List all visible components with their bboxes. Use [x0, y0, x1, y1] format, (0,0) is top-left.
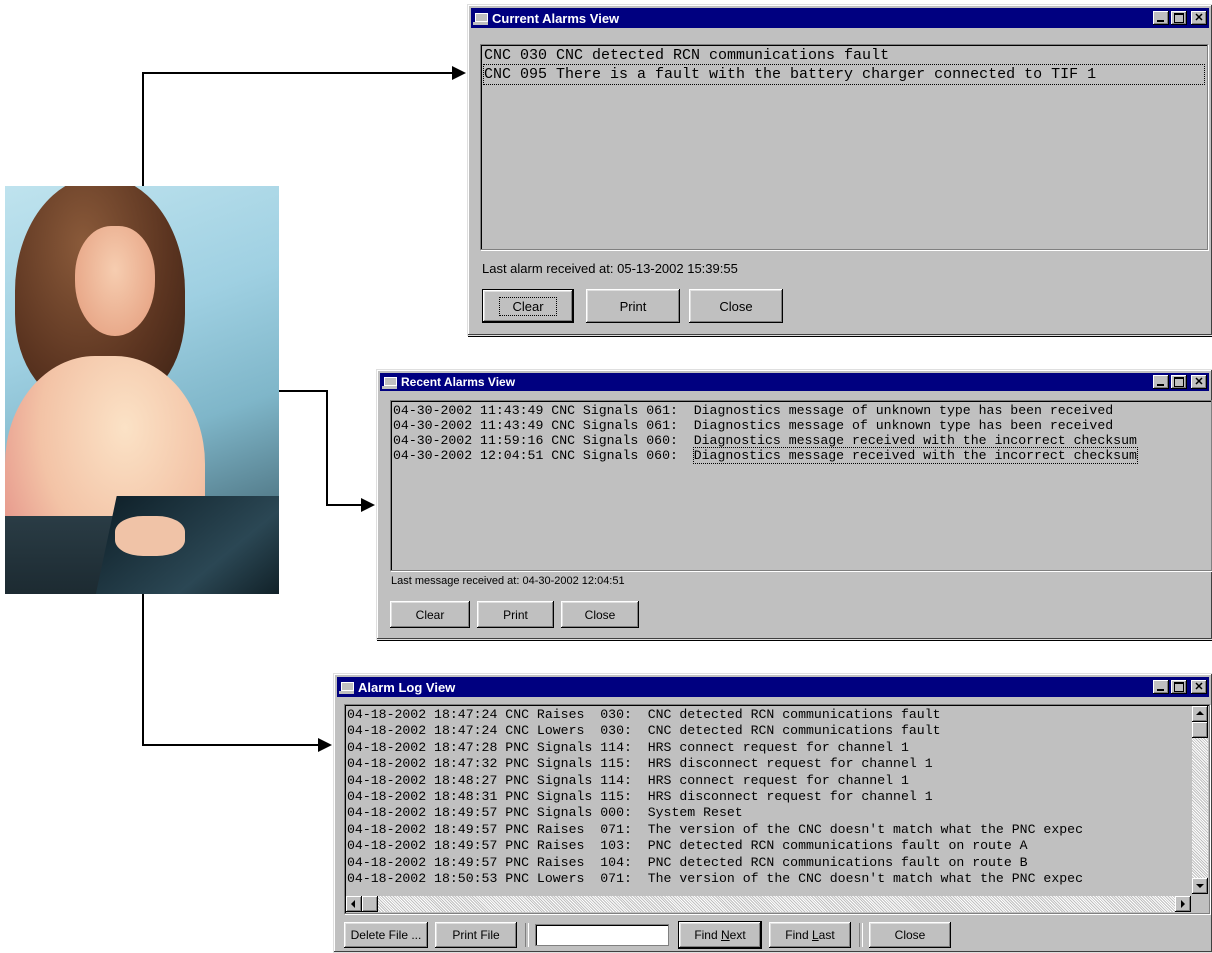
scroll-left-icon[interactable] — [346, 896, 362, 912]
list-item[interactable]: 04-30-2002 11:43:49 CNC Signals 061: Dia… — [393, 403, 1209, 418]
scroll-down-icon[interactable] — [1192, 878, 1208, 894]
window-title: Recent Alarms View — [401, 375, 516, 389]
print-file-button[interactable]: Print File — [435, 922, 517, 948]
minimize-icon[interactable] — [1153, 680, 1169, 694]
list-item[interactable]: 04-18-2002 18:47:32 PNC Signals 115: HRS… — [347, 756, 1189, 772]
selected-message: Diagnostics message received with the in… — [692, 447, 1138, 464]
recent-alarms-titlebar[interactable]: Recent Alarms View ✕ — [380, 373, 1209, 391]
find-input[interactable] — [535, 924, 669, 946]
toolbar-separator — [525, 923, 529, 947]
clear-button[interactable]: Clear — [390, 601, 470, 628]
toolbar-separator — [859, 923, 863, 947]
close-button[interactable]: Close — [689, 289, 783, 323]
close-button[interactable]: Close — [561, 601, 639, 628]
woman-with-laptop-photo — [5, 186, 279, 594]
computer-icon — [473, 10, 489, 26]
minimize-icon[interactable] — [1153, 11, 1169, 25]
list-item[interactable]: 04-30-2002 12:04:51 CNC Signals 060: Dia… — [393, 447, 1209, 464]
list-item[interactable]: 04-18-2002 18:49:57 PNC Raises 104: PNC … — [347, 855, 1189, 871]
list-item[interactable]: 04-18-2002 18:47:28 PNC Signals 114: HRS… — [347, 740, 1189, 756]
list-item[interactable]: 04-18-2002 18:47:24 CNC Lowers 030: CNC … — [347, 723, 1189, 739]
current-alarms-titlebar[interactable]: Current Alarms View ✕ — [471, 8, 1209, 28]
computer-icon — [382, 374, 398, 390]
close-icon[interactable]: ✕ — [1191, 375, 1207, 389]
recent-alarms-list[interactable]: 04-30-2002 11:43:49 CNC Signals 061: Dia… — [390, 400, 1212, 571]
recent-alarms-window: Recent Alarms View ✕ 04-30-2002 11:43:49… — [376, 369, 1212, 640]
clear-button[interactable]: Clear — [482, 289, 574, 323]
find-last-button[interactable]: Find Last — [769, 922, 851, 948]
list-item[interactable]: 04-30-2002 11:43:49 CNC Signals 061: Dia… — [393, 418, 1209, 433]
close-icon[interactable]: ✕ — [1191, 11, 1207, 25]
last-alarm-status: Last alarm received at: 05-13-2002 15:39… — [482, 261, 738, 276]
print-button[interactable]: Print — [586, 289, 680, 323]
scroll-up-icon[interactable] — [1192, 706, 1208, 722]
list-item[interactable]: 04-18-2002 18:49:57 PNC Signals 000: Sys… — [347, 805, 1189, 821]
maximize-icon[interactable] — [1171, 11, 1187, 25]
list-item[interactable]: 04-18-2002 18:49:57 PNC Raises 103: PNC … — [347, 838, 1189, 854]
list-item[interactable]: 04-18-2002 18:50:53 PNC Lowers 071: The … — [347, 871, 1189, 887]
list-item[interactable]: 04-30-2002 11:59:16 CNC Signals 060: Dia… — [393, 433, 1209, 448]
alarm-log-window: Alarm Log View ✕ 04-18-2002 18:47:24 CNC… — [333, 673, 1212, 953]
delete-file-button[interactable]: Delete File ... — [344, 922, 428, 948]
current-alarms-list[interactable]: CNC 030 CNC detected RCN communications … — [480, 44, 1208, 250]
find-next-button[interactable]: Find Next — [678, 921, 762, 949]
list-item[interactable]: 04-18-2002 18:47:24 CNC Raises 030: CNC … — [347, 707, 1189, 723]
window-title: Alarm Log View — [358, 679, 456, 695]
maximize-icon[interactable] — [1171, 680, 1187, 694]
list-item[interactable]: 04-18-2002 18:48:27 PNC Signals 114: HRS… — [347, 773, 1189, 789]
list-item[interactable]: 04-18-2002 18:48:31 PNC Signals 115: HRS… — [347, 789, 1189, 805]
scroll-right-icon[interactable] — [1175, 896, 1191, 912]
list-item[interactable]: CNC 095 There is a fault with the batter… — [483, 64, 1205, 85]
window-title: Current Alarms View — [492, 10, 620, 26]
maximize-icon[interactable] — [1171, 375, 1187, 389]
minimize-icon[interactable] — [1153, 375, 1169, 389]
close-button[interactable]: Close — [869, 922, 951, 948]
vertical-scroll-thumb[interactable] — [1192, 722, 1208, 738]
list-item[interactable]: 04-18-2002 18:49:57 PNC Raises 071: The … — [347, 822, 1189, 838]
list-item[interactable]: CNC 030 CNC detected RCN communications … — [484, 46, 1204, 65]
horizontal-scroll-thumb[interactable] — [362, 896, 378, 912]
alarm-log-titlebar[interactable]: Alarm Log View ✕ — [337, 677, 1209, 697]
close-icon[interactable]: ✕ — [1191, 680, 1207, 694]
last-message-status: Last message received at: 04-30-2002 12:… — [391, 575, 625, 587]
alarm-log-list[interactable]: 04-18-2002 18:47:24 CNC Raises 030: CNC … — [344, 704, 1210, 914]
current-alarms-window: Current Alarms View ✕ CNC 030 CNC detect… — [467, 4, 1212, 336]
computer-icon — [339, 679, 355, 695]
print-button[interactable]: Print — [477, 601, 554, 628]
horizontal-scrollbar[interactable] — [346, 896, 1190, 912]
